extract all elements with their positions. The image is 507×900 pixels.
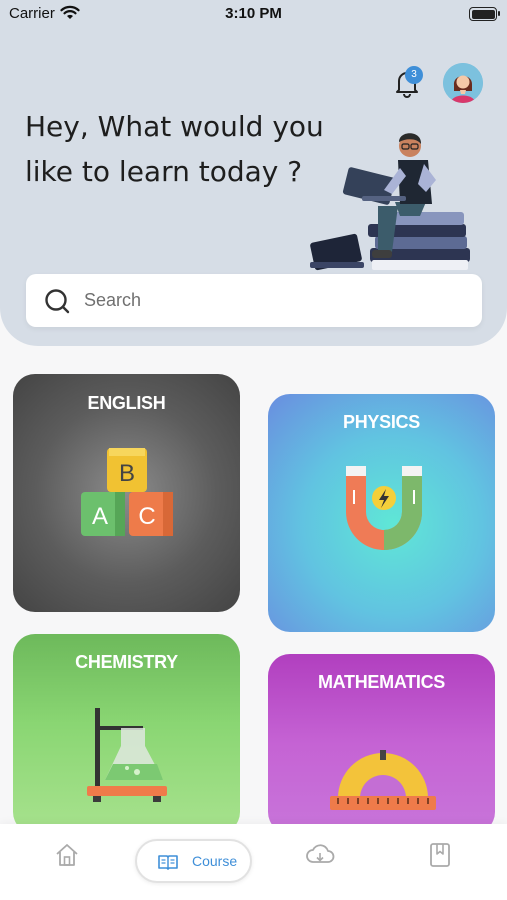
- abc-blocks-icon: B A C: [81, 448, 173, 536]
- bottom-tab-bar: Course: [0, 824, 507, 900]
- flask-icon: [87, 708, 167, 802]
- bookmark-icon: [430, 843, 450, 867]
- protractor-icon: [330, 750, 436, 810]
- tab-home[interactable]: [54, 842, 80, 882]
- english-block-right: C: [138, 503, 155, 530]
- battery-icon: [469, 7, 500, 21]
- subject-card-label: MATHEMATICS: [317, 672, 445, 692]
- avatar-image: [443, 63, 483, 103]
- tab-downloads[interactable]: [305, 842, 335, 882]
- subject-card-label: ENGLISH: [87, 393, 166, 413]
- status-bar: Carrier 3:10 PM: [0, 0, 507, 30]
- book-icon: [158, 855, 178, 870]
- english-block-left: A: [92, 503, 108, 530]
- student-with-laptop-illustration: [310, 133, 470, 271]
- tab-course[interactable]: Course: [135, 839, 252, 883]
- tab-bookmarks[interactable]: [428, 842, 452, 882]
- status-time: 3:10 PM: [225, 5, 282, 22]
- magnet-icon: [346, 466, 422, 550]
- search-input[interactable]: [84, 274, 464, 327]
- subject-card-mathematics[interactable]: MATHEMATICS: [268, 654, 495, 834]
- search-icon: [45, 289, 70, 314]
- home-icon: [56, 844, 78, 866]
- subject-card-chemistry[interactable]: CHEMISTRY: [13, 634, 240, 834]
- cloud-download-icon: [306, 844, 335, 863]
- subject-card-physics[interactable]: PHYSICS: [268, 394, 495, 632]
- greeting-heading: Hey, What would you like to learn today …: [25, 110, 324, 188]
- subject-card-label: PHYSICS: [343, 412, 420, 432]
- subject-card-english[interactable]: ENGLISH B A C: [13, 374, 240, 612]
- tab-course-label: Course: [192, 853, 238, 869]
- subject-card-label: CHEMISTRY: [75, 652, 178, 672]
- search-bar[interactable]: [26, 274, 482, 327]
- notification-badge: 3: [405, 66, 423, 84]
- avatar[interactable]: [443, 63, 483, 103]
- english-block-top: B: [119, 460, 135, 487]
